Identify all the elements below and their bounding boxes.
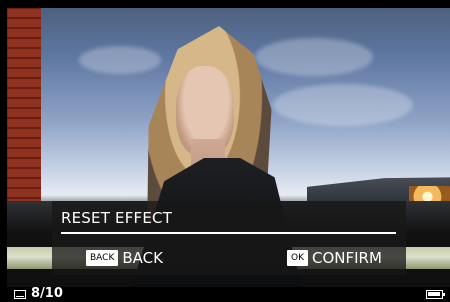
dialog-divider — [61, 232, 396, 234]
cloud-shape — [255, 38, 373, 76]
back-key: BACK — [86, 250, 119, 266]
confirm-action[interactable]: OK CONFIRM — [287, 249, 382, 267]
cloud-shape — [273, 84, 413, 126]
camera-playback-screen: RESET EFFECT BACK BACK OK CONFIRM 8/10 — [0, 0, 450, 302]
display-frame-icon — [14, 290, 26, 299]
back-action[interactable]: BACK BACK — [86, 249, 163, 267]
status-bar — [0, 287, 450, 302]
battery-icon — [426, 290, 445, 299]
image-counter: 8/10 — [31, 286, 63, 301]
battery-fill — [428, 292, 440, 296]
back-label: BACK — [122, 249, 163, 267]
cloud-shape — [79, 46, 161, 74]
ok-key: OK — [287, 250, 308, 266]
dialog-title: RESET EFFECT — [61, 209, 173, 227]
confirm-label: CONFIRM — [312, 249, 382, 267]
